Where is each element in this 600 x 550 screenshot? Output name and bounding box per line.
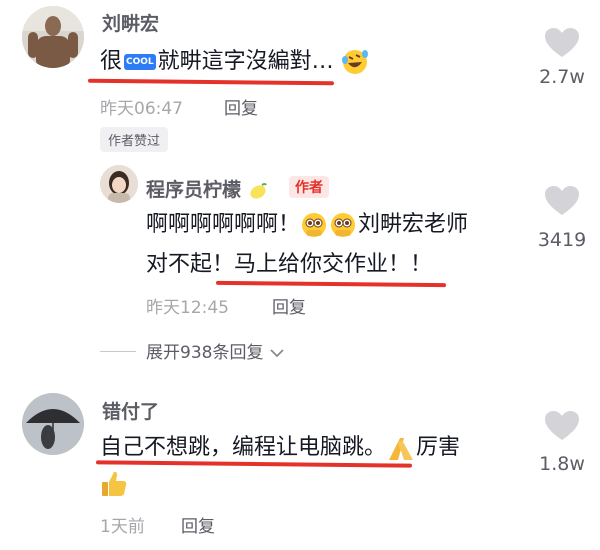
reply-button[interactable]: 回复 bbox=[224, 94, 258, 119]
comment-text: 啊啊啊啊啊啊！ 刘畊宏老师 bbox=[146, 207, 468, 243]
avatar[interactable] bbox=[22, 6, 84, 68]
comment-text-part: 自己不想跳，编程让电脑跳。 bbox=[100, 435, 387, 460]
comment-time: 1天前 bbox=[100, 517, 145, 537]
divider bbox=[100, 351, 136, 352]
avatar[interactable] bbox=[100, 165, 138, 203]
thumbs-up-emoji-icon bbox=[102, 471, 127, 496]
reply-button[interactable]: 回复 bbox=[272, 293, 306, 318]
author-tag: 作者 bbox=[289, 176, 329, 198]
comment-text-part: 啊啊啊啊啊啊！ bbox=[146, 212, 301, 237]
avatar[interactable] bbox=[22, 393, 84, 455]
expand-replies-label: 展开938条回复 bbox=[146, 343, 264, 363]
like-button[interactable]: 2.7w bbox=[527, 28, 597, 98]
emoji-line bbox=[100, 470, 128, 502]
comment-text-part: 就畊這字沒編對… bbox=[157, 49, 334, 74]
like-button[interactable]: 1.8w bbox=[527, 411, 597, 481]
comment-text-line2: 对不起！马上给你交作业！！ bbox=[146, 252, 433, 277]
comment-text-part: 厉害 bbox=[416, 435, 461, 460]
user-avatar-icon bbox=[100, 165, 138, 203]
comment-text-part: 很 bbox=[100, 49, 123, 74]
laughing-tears-emoji-icon bbox=[341, 50, 368, 74]
pleading-emoji-icon bbox=[302, 213, 356, 237]
comment-time: 昨天12:45 bbox=[146, 298, 229, 318]
like-count: 1.8w bbox=[539, 453, 585, 475]
cool-badge: COOL bbox=[124, 54, 156, 70]
comment-text-part: 刘畊宏老师 bbox=[358, 212, 469, 237]
heart-icon bbox=[545, 186, 579, 215]
lemon-emoji-icon bbox=[250, 182, 267, 199]
heart-icon bbox=[545, 411, 579, 440]
user-avatar-icon bbox=[22, 393, 84, 455]
reply-button[interactable]: 回复 bbox=[181, 512, 215, 537]
like-count: 3419 bbox=[537, 229, 587, 251]
like-count: 2.7w bbox=[539, 66, 585, 88]
author-liked-badge: 作者赞过 bbox=[100, 127, 169, 152]
comment-author[interactable]: 错付了 bbox=[102, 397, 159, 424]
comment-author[interactable]: 程序员柠檬 bbox=[146, 175, 268, 202]
heart-icon bbox=[545, 28, 579, 57]
comment-text: 很 COOL 就畊這字沒編對… bbox=[100, 44, 369, 80]
chevron-down-icon bbox=[269, 349, 284, 358]
comment-author-name: 程序员柠檬 bbox=[146, 179, 242, 201]
like-button[interactable]: 3419 bbox=[527, 186, 597, 256]
comment-time: 昨天06:47 bbox=[100, 99, 183, 119]
expand-replies-button[interactable]: 展开938条回复 bbox=[146, 338, 285, 363]
hands-emoji-icon bbox=[389, 438, 414, 460]
user-avatar-icon bbox=[22, 6, 84, 68]
comment-author[interactable]: 刘畊宏 bbox=[102, 9, 159, 36]
